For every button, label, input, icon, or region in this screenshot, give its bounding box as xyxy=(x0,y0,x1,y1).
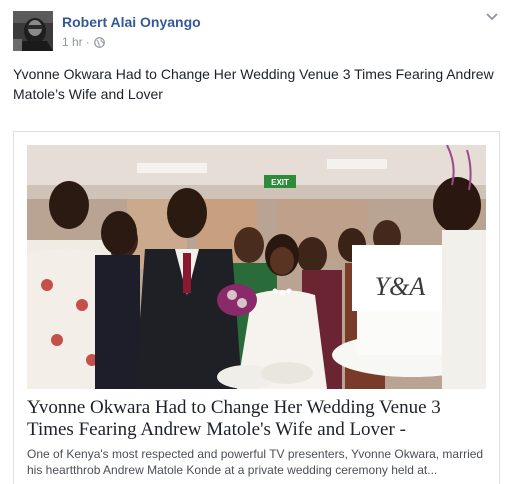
post-text: Yvonne Okwara Had to Change Her Wedding … xyxy=(13,66,494,102)
wedding-photo: EXIT Y&A xyxy=(27,145,486,389)
post-timestamp[interactable]: 1 hr xyxy=(62,35,83,49)
link-title[interactable]: Yvonne Okwara Had to Change Her Wedding … xyxy=(27,397,489,441)
link-description: One of Kenya's most respected and powerf… xyxy=(27,447,484,477)
chevron-down-icon[interactable] xyxy=(485,12,499,22)
globe-icon[interactable] xyxy=(93,36,105,48)
post-meta: 1 hr · xyxy=(62,35,105,49)
cake-monogram: Y&A xyxy=(375,272,426,301)
author-avatar[interactable] xyxy=(13,11,53,51)
avatar-image xyxy=(13,11,53,51)
link-preview-image[interactable]: EXIT Y&A xyxy=(27,145,486,389)
link-preview-card[interactable]: EXIT Y&A Yvonne Okwara Had to Change Her… xyxy=(13,131,500,484)
author-name[interactable]: Robert Alai Onyango xyxy=(62,14,201,30)
meta-separator: · xyxy=(85,35,90,49)
exit-sign-text: EXIT xyxy=(271,178,289,187)
facebook-post: Robert Alai Onyango 1 hr · Yvonne Okwara… xyxy=(0,0,511,484)
